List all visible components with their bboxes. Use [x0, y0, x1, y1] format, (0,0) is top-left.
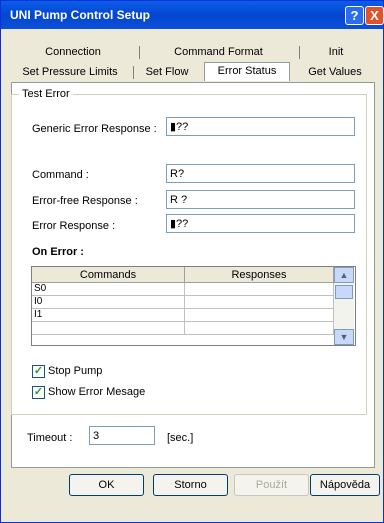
scroll-thumb[interactable] [335, 285, 353, 299]
timeout-label: Timeout : [27, 432, 73, 444]
tab-row-2: Set Pressure Limits Set Flow Error Statu… [11, 62, 375, 81]
error-free-response-label: Error-free Response : [32, 195, 138, 207]
tab-set-flow[interactable]: Set Flow [135, 64, 199, 80]
apply-button[interactable]: Použít [234, 474, 309, 496]
group-label: Test Error [19, 88, 73, 100]
setup-window: UNI Pump Control Setup ? X Connection Co… [0, 0, 384, 523]
grid-cell-response[interactable] [185, 322, 334, 335]
tab-connection[interactable]: Connection [11, 44, 135, 60]
stop-pump-checkbox[interactable]: ✓ [32, 365, 45, 378]
scroll-down-arrow-icon[interactable]: ▼ [334, 329, 354, 345]
tab-set-pressure-limits[interactable]: Set Pressure Limits [11, 64, 129, 80]
grid-cell-response[interactable] [185, 283, 334, 296]
show-error-label[interactable]: Show Error Mesage [48, 386, 145, 398]
ok-button[interactable]: OK [69, 474, 144, 496]
tab-divider [139, 46, 140, 59]
column-header-commands[interactable]: Commands [32, 267, 185, 283]
grid-cell-command[interactable]: I1 [32, 309, 185, 322]
on-error-grid[interactable]: Commands Responses S0 I0 I1 [31, 266, 356, 346]
tab-row-1: Connection Command Format Init [11, 44, 375, 60]
help-button[interactable]: Nápověda [310, 474, 380, 496]
cancel-button[interactable]: Storno [153, 474, 228, 496]
grid-cell-command[interactable]: I0 [32, 296, 185, 309]
timeout-unit: [sec.] [167, 432, 194, 444]
grid-cell-command[interactable] [32, 322, 185, 335]
title-bar[interactable]: UNI Pump Control Setup ? X [1, 1, 384, 29]
scroll-up-arrow-icon[interactable]: ▲ [334, 267, 354, 283]
stop-pump-label[interactable]: Stop Pump [48, 365, 102, 377]
tab-divider [133, 66, 134, 79]
tab-init[interactable]: Init [301, 44, 371, 60]
show-error-checkbox[interactable]: ✓ [32, 386, 45, 399]
error-response-field[interactable] [166, 214, 355, 233]
grid-cell-response[interactable] [185, 296, 334, 309]
window-title: UNI Pump Control Setup [10, 8, 150, 22]
tab-get-values[interactable]: Get Values [297, 64, 373, 80]
timeout-field[interactable] [89, 426, 155, 445]
generic-error-field[interactable] [166, 117, 355, 136]
generic-error-label: Generic Error Response : [32, 123, 157, 135]
grid-cell-command[interactable]: S0 [32, 283, 185, 296]
tab-command-format[interactable]: Command Format [141, 44, 296, 60]
column-header-responses[interactable]: Responses [185, 267, 334, 283]
close-button[interactable]: X [365, 6, 384, 25]
command-label: Command : [32, 169, 89, 181]
grid-cell-response[interactable] [185, 309, 334, 322]
on-error-heading: On Error : [32, 246, 84, 258]
tab-divider [299, 46, 300, 59]
help-title-button[interactable]: ? [345, 6, 364, 25]
grid-scrollbar[interactable]: ▲ ▼ [334, 267, 354, 345]
tab-error-status[interactable]: Error Status [204, 62, 290, 81]
error-response-label: Error Response : [32, 220, 116, 232]
error-free-response-field[interactable] [166, 190, 355, 209]
command-field[interactable] [166, 164, 355, 183]
